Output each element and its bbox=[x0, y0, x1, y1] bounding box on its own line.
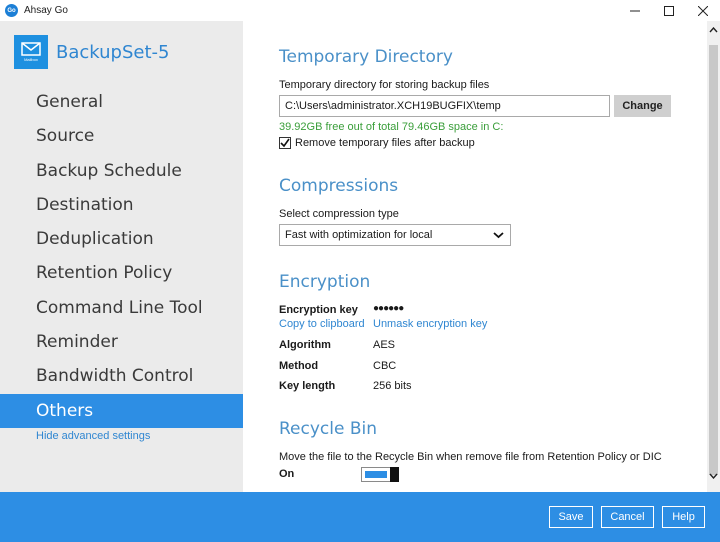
sidebar-item-destination[interactable]: Destination bbox=[0, 188, 243, 222]
copy-to-clipboard-link[interactable]: Copy to clipboard bbox=[279, 318, 365, 330]
close-icon bbox=[698, 5, 708, 16]
sidebar-item-bandwidth-control[interactable]: Bandwidth Control bbox=[0, 359, 243, 393]
maximize-icon bbox=[664, 5, 674, 16]
recycle-bin-label: Move the file to the Recycle Bin when re… bbox=[279, 451, 662, 463]
backup-set-name: BackupSet-5 bbox=[56, 41, 170, 63]
title-bar: Go Ahsay Go bbox=[0, 0, 720, 21]
window-title: Ahsay Go bbox=[24, 5, 68, 16]
footer-bar: Save Cancel Help bbox=[0, 492, 720, 542]
change-button[interactable]: Change bbox=[614, 95, 671, 117]
free-space-text: 39.92GB free out of total 79.46GB space … bbox=[279, 121, 504, 133]
sidebar-item-deduplication[interactable]: Deduplication bbox=[0, 222, 243, 256]
algorithm-value: AES bbox=[373, 339, 396, 351]
save-button[interactable]: Save bbox=[549, 506, 593, 528]
app-logo-icon: Go bbox=[5, 4, 18, 17]
sidebar: Mailbox BackupSet-5 General Source Backu… bbox=[0, 21, 243, 492]
toggle-knob[interactable] bbox=[390, 467, 399, 482]
section-title-encryption: Encryption bbox=[279, 272, 371, 292]
backup-set-header: Mailbox BackupSet-5 bbox=[14, 35, 169, 69]
cancel-button[interactable]: Cancel bbox=[601, 506, 654, 528]
algorithm-label: Algorithm bbox=[279, 339, 331, 351]
maximize-button[interactable] bbox=[652, 0, 686, 21]
mailbox-icon: Mailbox bbox=[14, 35, 48, 69]
compression-type-label: Select compression type bbox=[279, 208, 399, 220]
minimize-button[interactable] bbox=[618, 0, 652, 21]
tile-caption: Mailbox bbox=[24, 57, 38, 62]
scroll-down-icon[interactable] bbox=[709, 473, 718, 479]
sidebar-item-source[interactable]: Source bbox=[0, 119, 243, 153]
sidebar-item-others[interactable]: Others bbox=[0, 393, 243, 428]
key-length-label: Key length bbox=[279, 380, 336, 392]
section-title-recycle-bin: Recycle Bin bbox=[279, 419, 378, 439]
compression-type-select[interactable]: Fast with optimization for local bbox=[279, 224, 511, 246]
section-title-compressions: Compressions bbox=[279, 176, 399, 196]
sidebar-item-reminder[interactable]: Reminder bbox=[0, 325, 243, 359]
remove-temp-label: Remove temporary files after backup bbox=[295, 137, 475, 149]
toggle-fill bbox=[365, 471, 387, 478]
recycle-bin-state-label: On bbox=[279, 468, 295, 480]
key-length-value: 256 bits bbox=[373, 380, 412, 392]
close-button[interactable] bbox=[686, 0, 720, 21]
minimize-icon bbox=[630, 10, 640, 11]
compression-selected-value: Fast with optimization for local bbox=[285, 229, 433, 241]
chevron-down-icon bbox=[493, 225, 504, 252]
main-panel: Temporary Directory Temporary directory … bbox=[243, 21, 707, 492]
unmask-encryption-key-link[interactable]: Unmask encryption key bbox=[373, 318, 487, 330]
recycle-bin-toggle[interactable] bbox=[361, 467, 399, 482]
scroll-thumb[interactable] bbox=[709, 45, 718, 475]
sidebar-item-command-line-tool[interactable]: Command Line Tool bbox=[0, 291, 243, 325]
hide-advanced-settings-link[interactable]: Hide advanced settings bbox=[36, 430, 150, 442]
section-title-temporary-directory: Temporary Directory bbox=[279, 47, 453, 67]
help-button[interactable]: Help bbox=[662, 506, 705, 528]
encryption-key-label: Encryption key bbox=[279, 304, 358, 316]
method-label: Method bbox=[279, 360, 319, 372]
sidebar-item-general[interactable]: General bbox=[0, 85, 243, 119]
window-controls bbox=[618, 0, 720, 21]
main-scrollbar[interactable] bbox=[707, 21, 720, 492]
temp-dir-input[interactable]: C:\Users\administrator.XCH19BUGFIX\temp bbox=[279, 95, 610, 117]
checkmark-icon bbox=[280, 138, 290, 148]
remove-temp-checkbox[interactable] bbox=[279, 137, 291, 149]
sidebar-item-backup-schedule[interactable]: Backup Schedule bbox=[0, 154, 243, 188]
sidebar-nav: General Source Backup Schedule Destinati… bbox=[0, 85, 243, 428]
envelope-icon bbox=[21, 42, 41, 56]
temp-dir-label: Temporary directory for storing backup f… bbox=[279, 79, 490, 91]
method-value: CBC bbox=[373, 360, 397, 372]
sidebar-item-retention-policy[interactable]: Retention Policy bbox=[0, 256, 243, 290]
scroll-up-icon[interactable] bbox=[709, 27, 718, 33]
encryption-key-value: ●●●●●● bbox=[373, 303, 404, 314]
